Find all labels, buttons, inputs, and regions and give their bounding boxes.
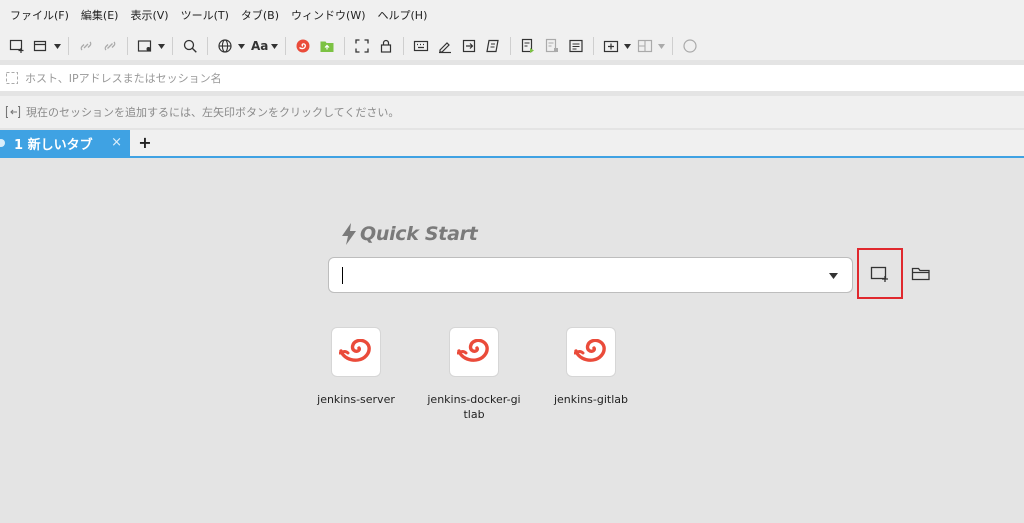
session-tile[interactable] — [331, 327, 381, 377]
menu-bar: ファイル(F) 編集(E) 表示(V) ツール(T) タブ(B) ウィンドウ(W… — [0, 0, 1024, 32]
toolbar: Aa — [0, 32, 1024, 60]
open-session-icon[interactable] — [31, 36, 51, 56]
new-session-icon — [870, 266, 888, 282]
session-item[interactable]: jenkins-server — [301, 327, 411, 407]
toolbar-divider — [510, 37, 512, 55]
layout-icon[interactable] — [635, 36, 655, 56]
session-tile[interactable] — [449, 327, 499, 377]
chevron-down-icon[interactable] — [829, 273, 838, 279]
toolbar-divider — [593, 37, 595, 55]
log-stop-icon[interactable] — [542, 36, 562, 56]
menu-tab[interactable]: タブ(B) — [235, 5, 285, 27]
new-window-icon[interactable] — [135, 36, 155, 56]
menu-tools[interactable]: ツール(T) — [175, 5, 235, 27]
toolbar-divider — [127, 37, 128, 55]
transfer-icon[interactable] — [459, 36, 479, 56]
tab-strip: 1 新しいタブ × + — [0, 130, 1024, 158]
open-session-dropdown-icon[interactable] — [53, 36, 61, 56]
disconnect-icon[interactable] — [100, 36, 120, 56]
toolbar-divider — [285, 37, 287, 55]
new-tab-group-icon[interactable] — [601, 36, 621, 56]
toolbar-divider — [344, 37, 346, 55]
menu-file[interactable]: ファイル(F) — [4, 5, 75, 27]
new-tab-group-dropdown-icon[interactable] — [623, 36, 631, 56]
tab-label: 1 新しいタブ — [14, 137, 93, 153]
menu-view[interactable]: 表示(V) — [124, 5, 174, 27]
new-window-dropdown-icon[interactable] — [157, 36, 165, 56]
font-button[interactable]: Aa — [251, 39, 268, 53]
text-cursor — [342, 267, 343, 284]
quick-start-heading: Quick Start — [340, 222, 478, 246]
reconnect-icon[interactable] — [76, 36, 96, 56]
session-name: jenkins-server — [317, 393, 395, 406]
host-input[interactable] — [25, 71, 925, 85]
compose-icon[interactable] — [483, 36, 503, 56]
xshell-logo-icon[interactable] — [293, 36, 313, 56]
open-session-button[interactable] — [908, 262, 934, 286]
xftp-icon[interactable] — [317, 36, 337, 56]
fullscreen-icon[interactable] — [352, 36, 372, 56]
xshell-logo-icon — [457, 339, 489, 362]
menu-edit[interactable]: 編集(E) — [75, 5, 125, 27]
address-bar — [0, 65, 1024, 91]
lock-icon[interactable] — [376, 36, 396, 56]
close-icon[interactable]: × — [111, 135, 122, 150]
menu-help[interactable]: ヘルプ(H) — [372, 5, 434, 27]
toolbar-divider — [403, 37, 405, 55]
font-dropdown-icon[interactable] — [270, 36, 278, 56]
quick-start-title: Quick Start — [360, 223, 478, 245]
layout-dropdown-icon[interactable] — [657, 36, 665, 56]
toolbar-divider — [207, 37, 208, 55]
add-tab-button[interactable]: + — [136, 133, 154, 153]
toolbar-divider — [68, 37, 69, 55]
keyboard-icon[interactable] — [411, 36, 431, 56]
lightning-icon — [342, 223, 356, 245]
notes-icon[interactable] — [566, 36, 586, 56]
session-add-icon[interactable] — [5, 71, 19, 85]
quick-start-input[interactable] — [328, 257, 853, 293]
xshell-logo-icon — [339, 339, 371, 362]
chat-icon[interactable] — [680, 36, 700, 56]
toolbar-divider — [172, 37, 173, 55]
xshell-logo-icon — [574, 339, 606, 362]
globe-dropdown-icon[interactable] — [237, 36, 245, 56]
session-item[interactable]: jenkins-gitlab — [536, 327, 646, 407]
session-item[interactable]: jenkins-docker-gitlab — [419, 327, 529, 422]
globe-icon[interactable] — [215, 36, 235, 56]
menu-window[interactable]: ウィンドウ(W) — [285, 5, 371, 27]
hint-bar: 現在のセッションを追加するには、左矢印ボタンをクリックしてください。 — [0, 96, 1024, 128]
new-session-button[interactable] — [857, 248, 903, 299]
tab-new[interactable]: 1 新しいタブ × — [0, 130, 130, 156]
session-name: jenkins-gitlab — [553, 393, 629, 406]
log-start-icon[interactable] — [518, 36, 538, 56]
search-icon[interactable] — [180, 36, 200, 56]
session-tile[interactable] — [566, 327, 616, 377]
new-session-icon[interactable] — [7, 36, 27, 56]
add-session-arrow-icon[interactable] — [5, 105, 21, 119]
session-name: jenkins-docker-gitlab — [427, 393, 521, 421]
folder-open-icon — [911, 267, 930, 281]
tab-status-icon — [0, 139, 5, 147]
script-icon[interactable] — [435, 36, 455, 56]
hint-text: 現在のセッションを追加するには、左矢印ボタンをクリックしてください。 — [26, 106, 400, 119]
toolbar-divider — [672, 37, 674, 55]
